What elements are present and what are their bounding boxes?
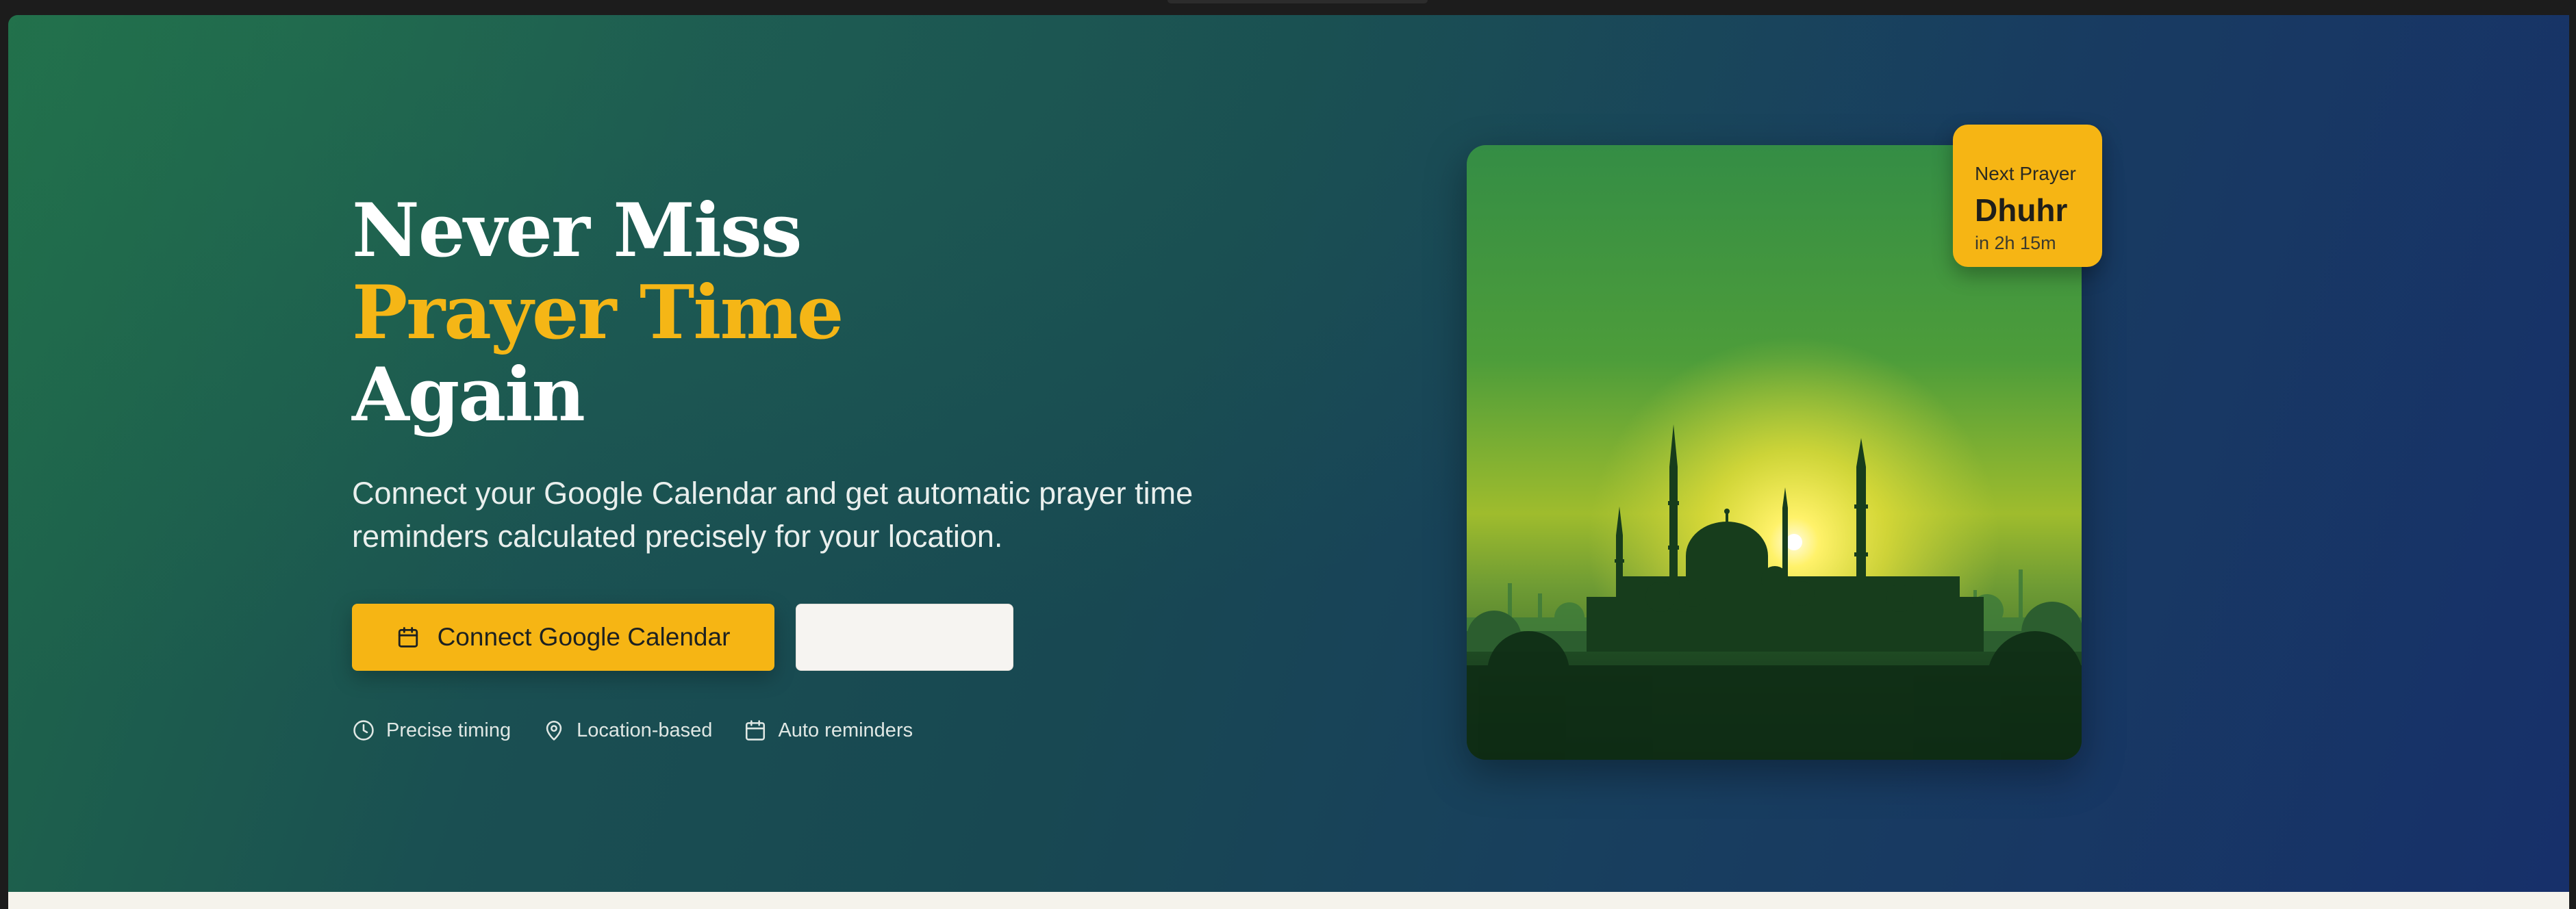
map-pin-icon bbox=[546, 720, 562, 741]
feature-label: Precise timing bbox=[386, 719, 512, 741]
clock-icon bbox=[353, 720, 374, 741]
hero-title-line-3: Again bbox=[352, 352, 585, 438]
feature-label: Location-based bbox=[577, 719, 713, 741]
window-top-notch bbox=[1167, 0, 1428, 3]
connect-google-calendar-button[interactable]: Connect Google Calendar bbox=[352, 604, 774, 671]
feature-item-precise-timing: Precise timing bbox=[352, 719, 511, 742]
feature-item-auto-reminders: Auto reminders bbox=[744, 719, 913, 742]
hero-title-line-2-highlight: Prayer Time bbox=[352, 270, 844, 356]
next-prayer-badge: Next Prayer Dhuhr in 2h 15m bbox=[1953, 125, 2102, 267]
window-right-edge bbox=[2569, 0, 2576, 909]
feature-label: Auto reminders bbox=[778, 719, 913, 741]
connect-google-calendar-label: Connect Google Calendar bbox=[437, 623, 731, 651]
hero-title: Never Miss Prayer Time Again bbox=[352, 188, 844, 438]
secondary-button[interactable] bbox=[796, 604, 1013, 671]
hero-section: Never Miss Prayer Time Again Connect you… bbox=[8, 15, 2569, 892]
calendar-icon bbox=[746, 720, 766, 741]
next-prayer-label: Next Prayer bbox=[1975, 163, 2076, 184]
hero-title-line-1: Never Miss bbox=[352, 188, 803, 274]
next-section-preview bbox=[8, 892, 2569, 909]
feature-item-location-based: Location-based bbox=[542, 719, 712, 742]
feature-list: Precise timing Location-based Auto remin… bbox=[352, 717, 944, 743]
hero-subtitle: Connect your Google Calendar and get aut… bbox=[352, 476, 1194, 554]
calendar-icon bbox=[398, 627, 418, 648]
next-prayer-name: Dhuhr bbox=[1975, 192, 2068, 228]
next-prayer-countdown: in 2h 15m bbox=[1975, 233, 2056, 253]
hero-background-glow bbox=[8, 15, 2569, 892]
